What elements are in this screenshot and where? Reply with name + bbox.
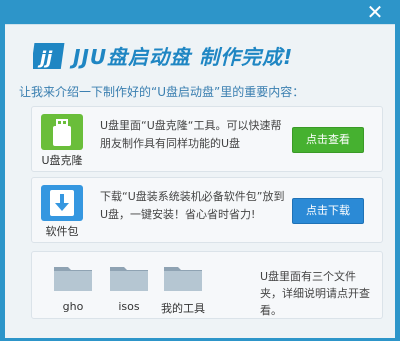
jj-logo-icon: jj xyxy=(33,43,65,69)
usb-clone-label: U盘克隆 xyxy=(41,154,83,167)
content-panel: jj JJU盘启动盘 制作完成! 让我来介绍一下制作好的“U盘启动盘”里的重要内… xyxy=(5,24,395,338)
software-package-label: 软件包 xyxy=(45,225,79,238)
svg-text:jj: jj xyxy=(37,48,53,69)
usb-clone-section: U盘克隆 U盘里面“U盘克隆“工具。可以快速帮朋友制作具有同样功能的U盘 点击查… xyxy=(31,106,383,172)
folder-isos-label[interactable]: isos xyxy=(99,300,159,313)
intro-text: 让我来介绍一下制作好的“U盘启动盘”里的重要内容： xyxy=(19,85,305,99)
software-package-section: 软件包 下载“U盘装系统装机必备软件包”放到U盘，一键安装！省心省时省力! 点击… xyxy=(31,177,383,243)
folder-icon[interactable] xyxy=(163,262,203,292)
software-package-description: 下载“U盘装系统装机必备软件包”放到U盘，一键安装！省心省时省力! xyxy=(100,190,285,221)
view-button[interactable]: 点击查看 xyxy=(292,127,364,153)
folder-icon[interactable] xyxy=(109,262,149,292)
download-package-icon xyxy=(41,185,83,221)
download-button[interactable]: 点击下载 xyxy=(292,198,364,224)
folders-description: U盘里面有三个文件夹，详细说明请点开查看。 xyxy=(260,270,370,317)
folders-section: gho isos 我的工具 U盘里面有三个文件夹，详细说明请点开查看。 xyxy=(31,251,383,319)
usb-clone-description: U盘里面“U盘克隆“工具。可以快速帮朋友制作具有同样功能的U盘 xyxy=(100,119,282,150)
usb-clone-icon xyxy=(41,114,83,150)
page-title: JJU盘启动盘 制作完成! xyxy=(73,45,294,69)
folder-tools-label[interactable]: 我的工具 xyxy=(153,300,213,316)
close-button[interactable]: ✕ xyxy=(364,2,386,24)
folder-gho-label[interactable]: gho xyxy=(43,300,103,313)
folder-icon[interactable] xyxy=(53,262,93,292)
